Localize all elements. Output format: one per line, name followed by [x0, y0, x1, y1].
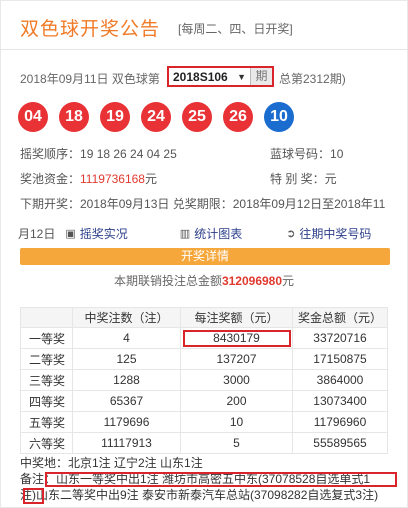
prize-total: 3864000: [292, 369, 388, 391]
winner-count: 1179696: [72, 411, 181, 433]
remark-line: 注)山东二等奖中出9注 泰安市新泰汽车总站(37098282自选复式3注): [20, 488, 379, 502]
draw-date: 2018年09月11日 双色球第: [20, 72, 160, 86]
details-bar: 开奖详情: [20, 248, 390, 265]
prize-pool-unit: 元: [144, 172, 157, 186]
prize-each: 137207: [180, 348, 293, 370]
red-ball: 25: [182, 102, 212, 132]
video-link[interactable]: ▣ 摇奖实况: [65, 225, 127, 242]
prize-level: 二等奖: [20, 348, 73, 370]
toolbar: 月12日 ▣ 摇奖实况 ▥ 统计图表 ➲ 往期中奖号码: [18, 225, 390, 242]
red-ball: 24: [141, 102, 171, 132]
prize-total: 13073400: [292, 390, 388, 412]
sales-total: 本期联销投注总金额312096980元: [0, 272, 408, 289]
sales-value: 312096980: [221, 274, 283, 288]
first-prize-highlight: [183, 330, 291, 347]
draw-schedule: [每周二、四、日开奖]: [178, 22, 293, 36]
chevron-down-icon: ▼: [237, 71, 246, 82]
issue-select[interactable]: 2018S106 ▼: [169, 68, 251, 85]
video-icon: ▣: [65, 228, 76, 240]
sales-prefix: 本期联销投注总金额: [113, 274, 222, 288]
table-row: 三等奖 1288 3000 3864000: [20, 369, 388, 391]
next-draw: 下期开奖：2018年09月13日 兑奖期限：2018年09月12日至2018年1…: [20, 197, 386, 211]
red-ball: 19: [100, 102, 130, 132]
winner-count: 125: [72, 348, 181, 370]
winner-count: 4: [72, 327, 181, 349]
table-row: 六等奖 11117913 5 55589565: [20, 432, 388, 454]
table-row: 四等奖 65367 200 13073400: [20, 390, 388, 412]
table-header: 中奖注数（注）: [72, 307, 181, 328]
draw-order-value: 19 18 26 24 04 25: [80, 147, 177, 161]
arrow-circle-icon: ➲: [286, 228, 296, 240]
total-issue-count: 总第2312期): [279, 72, 346, 86]
draw-order-label: 摇奖顺序：: [20, 147, 81, 161]
page-title: 双色球开奖公告: [20, 19, 161, 40]
bar-chart-icon: ▥: [179, 228, 191, 240]
prize-total: 17150875: [292, 348, 388, 370]
red-ball: 26: [223, 102, 253, 132]
table-row: 五等奖 1179696 10 11796960: [20, 411, 388, 433]
history-label: 往期中奖号码: [299, 227, 372, 241]
prize-level: 一等奖: [20, 327, 73, 349]
blue-number: 蓝球号码：10: [270, 145, 343, 162]
table-header: 奖金总额（元）: [292, 307, 388, 328]
video-label: 摇奖实况: [79, 227, 128, 241]
prize-level: 六等奖: [20, 432, 73, 454]
issue-value: 2018S106: [173, 69, 228, 84]
chart-link[interactable]: ▥ 统计图表: [180, 225, 242, 242]
remark-highlight: [45, 472, 397, 487]
remark-highlight: [23, 488, 44, 504]
winning-areas: 中奖地：北京1注 辽宁2注 山东1注: [20, 456, 203, 470]
special-prize-label: 特 别 奖：: [270, 172, 325, 186]
table-row: 二等奖 125 137207 17150875: [20, 348, 388, 370]
chart-label: 统计图表: [194, 227, 243, 241]
special-prize-value: 元: [324, 172, 337, 186]
table-header-row: 中奖注数（注） 每注奖额（元） 奖金总额（元）: [20, 307, 388, 328]
prize-each: 3000: [180, 369, 293, 391]
prize-pool-value: 1119736168: [80, 172, 145, 186]
prize-each: 10: [180, 411, 293, 433]
sales-unit: 元: [282, 274, 295, 288]
prize-each: 5: [180, 432, 293, 454]
table-header: [20, 307, 73, 328]
winner-count: 1288: [72, 369, 181, 391]
prize-each: 200: [180, 390, 293, 412]
header: 双色球开奖公告 [每周二、四、日开奖]: [0, 0, 408, 50]
draw-order: 摇奖顺序：19 18 26 24 04 25: [20, 145, 177, 162]
prize-level: 三等奖: [20, 369, 73, 391]
period-button[interactable]: 期: [251, 68, 272, 85]
table-header: 每注奖额（元）: [180, 307, 293, 328]
prize-pool-label: 奖池资金：: [20, 172, 81, 186]
winner-count: 65367: [72, 390, 181, 412]
red-ball: 04: [18, 102, 48, 132]
next-draw-continued: 月12日: [18, 227, 56, 241]
blue-number-label: 蓝球号码：: [270, 147, 331, 161]
prize-total: 55589565: [292, 432, 388, 454]
winning-numbers: 04 18 19 24 25 26 10: [18, 102, 294, 132]
winner-count: 11117913: [72, 432, 181, 454]
prize-total: 11796960: [292, 411, 388, 433]
prize-total: 33720716: [292, 327, 388, 349]
red-ball: 18: [59, 102, 89, 132]
prize-level: 五等奖: [20, 411, 73, 433]
issue-selector-highlight: 2018S106 ▼ 期: [167, 66, 274, 87]
blue-ball: 10: [264, 102, 294, 132]
special-prize: 特 别 奖：元: [270, 170, 337, 187]
prize-pool: 奖池资金：1119736168元: [20, 170, 157, 187]
blue-number-value: 10: [330, 147, 344, 161]
history-link[interactable]: ➲ 往期中奖号码: [286, 225, 371, 242]
prize-level: 四等奖: [20, 390, 73, 412]
